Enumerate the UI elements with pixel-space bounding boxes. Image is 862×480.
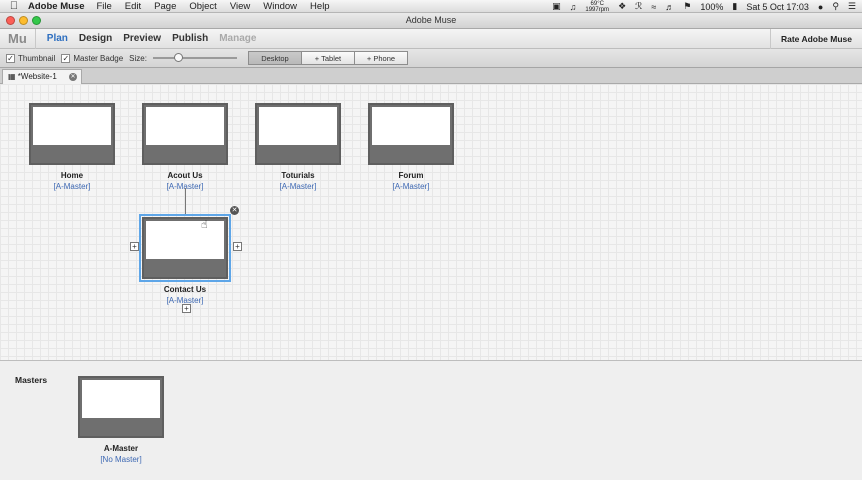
user-icon[interactable]: ●: [818, 2, 823, 12]
hierarchy-connector: [185, 188, 186, 216]
document-tab-label: *Website-1: [17, 72, 57, 81]
page-name[interactable]: Home: [29, 171, 115, 180]
size-label: Size:: [129, 53, 147, 63]
status-area: ▣ ♫ 69°C 1997rpm ❖ ℛ ≈ ♬ ⚑ 100% ▮ Sat 5 …: [552, 0, 856, 13]
sitemap-icon: ▦: [8, 72, 16, 81]
plan-toolbar: ✓ Thumbnail ✓ Master Badge Size: Desktop…: [0, 49, 862, 68]
battery-icon[interactable]: ▮: [732, 1, 737, 12]
window-controls: [6, 16, 41, 25]
page-master-badge[interactable]: [A-Master]: [29, 182, 115, 191]
bell-icon[interactable]: ♫: [570, 2, 577, 12]
muse-logo: Mu: [0, 28, 36, 49]
menu-help[interactable]: Help: [310, 1, 330, 12]
page-thumbnail[interactable]: Toturials [A-Master]: [255, 103, 341, 191]
add-phone-button[interactable]: + Phone: [353, 51, 408, 65]
size-slider[interactable]: [152, 53, 237, 62]
volume-icon[interactable]: ♬: [665, 2, 674, 12]
master-badge-label: Master Badge: [73, 53, 124, 63]
desktop-view-button[interactable]: Desktop: [247, 51, 302, 65]
tab-publish[interactable]: Publish: [172, 33, 208, 44]
thumbnail-checkbox[interactable]: ✓: [6, 53, 15, 63]
page-thumbnail[interactable]: Forum [A-Master]: [368, 103, 454, 191]
page-master-badge[interactable]: [A-Master]: [368, 182, 454, 191]
fan-speed-value: 1997rpm: [585, 6, 610, 13]
page-name[interactable]: Contact Us: [142, 285, 228, 294]
page-preview[interactable]: [255, 103, 341, 165]
zoom-window-button[interactable]: [32, 16, 41, 25]
apple-menu-icon[interactable]: : [0, 0, 28, 12]
page-thumbnail[interactable]: Acout Us [A-Master]: [142, 103, 228, 191]
temperature-readout[interactable]: 69°C 1997rpm: [585, 1, 609, 13]
page-name[interactable]: Acout Us: [142, 171, 228, 180]
wifi-icon[interactable]: ≈: [651, 2, 656, 12]
add-sibling-right-icon[interactable]: +: [233, 242, 242, 251]
tab-manage[interactable]: Manage: [219, 33, 256, 44]
thumbnail-label: Thumbnail: [18, 53, 56, 63]
hand-cursor-icon: ☝: [201, 219, 208, 231]
size-slider-knob[interactable]: [173, 53, 183, 62]
screen-record-icon[interactable]: ▣: [552, 1, 561, 12]
tab-design[interactable]: Design: [79, 33, 112, 44]
tab-preview[interactable]: Preview: [123, 33, 161, 44]
layout-view-switch: Desktop + Tablet + Phone: [247, 51, 408, 65]
app-header: Mu Plan Design Preview Publish Manage Ra…: [0, 28, 862, 49]
page-name[interactable]: Forum: [368, 171, 454, 180]
delete-page-icon[interactable]: ✕: [230, 206, 239, 215]
battery-percent[interactable]: 100%: [700, 2, 723, 12]
document-tab[interactable]: ▦ *Website-1 ✕: [2, 69, 82, 84]
master-name[interactable]: A-Master: [78, 444, 164, 453]
window-title: Adobe Muse: [405, 15, 457, 25]
menu-edit[interactable]: Edit: [125, 1, 141, 12]
page-name[interactable]: Toturials: [255, 171, 341, 180]
clock[interactable]: Sat 5 Oct 17:03: [746, 2, 809, 12]
add-sibling-left-icon[interactable]: +: [130, 242, 139, 251]
masters-panel: Masters A-Master [No Master]: [0, 360, 862, 480]
menubar:  Adobe Muse File Edit Page Object View …: [0, 0, 862, 13]
menu-window[interactable]: Window: [263, 1, 297, 12]
page-preview[interactable]: [29, 103, 115, 165]
page-preview[interactable]: [142, 103, 228, 165]
masters-label: Masters: [15, 375, 48, 385]
rate-adobe-muse-button[interactable]: Rate Adobe Muse: [769, 29, 862, 49]
flag-icon[interactable]: ⚑: [683, 1, 691, 12]
add-tablet-button[interactable]: + Tablet: [300, 51, 355, 65]
dropbox-icon[interactable]: ❖: [618, 1, 626, 12]
menu-page[interactable]: Page: [154, 1, 176, 12]
page-preview[interactable]: [139, 214, 231, 282]
spotlight-search-icon[interactable]: ⚲: [832, 1, 839, 12]
minimize-window-button[interactable]: [19, 16, 28, 25]
plan-canvas[interactable]: Home [A-Master] Acout Us [A-Master] Totu…: [0, 84, 862, 360]
master-parent-badge[interactable]: [No Master]: [78, 455, 164, 464]
window-titlebar: Adobe Muse: [0, 13, 862, 29]
close-document-icon[interactable]: ✕: [69, 73, 77, 81]
menu-file[interactable]: File: [96, 1, 111, 12]
page-thumbnail[interactable]: Home [A-Master]: [29, 103, 115, 191]
menu-view[interactable]: View: [230, 1, 250, 12]
page-preview[interactable]: [368, 103, 454, 165]
tab-plan[interactable]: Plan: [47, 33, 68, 44]
add-child-page-icon[interactable]: +: [182, 304, 191, 313]
notification-list-icon[interactable]: ☰: [848, 1, 856, 12]
document-tabs: ▦ *Website-1 ✕: [0, 68, 862, 84]
bluetooth-icon[interactable]: ℛ: [635, 1, 642, 12]
page-thumbnail-selected[interactable]: Contact Us [A-Master]: [139, 214, 231, 305]
menu-object[interactable]: Object: [189, 1, 216, 12]
menu-app-name[interactable]: Adobe Muse: [28, 1, 84, 12]
master-thumbnail[interactable]: A-Master [No Master]: [78, 376, 164, 464]
master-badge-checkbox[interactable]: ✓: [61, 53, 71, 63]
page-master-badge[interactable]: [A-Master]: [255, 182, 341, 191]
close-window-button[interactable]: [6, 16, 15, 25]
master-preview[interactable]: [78, 376, 164, 438]
